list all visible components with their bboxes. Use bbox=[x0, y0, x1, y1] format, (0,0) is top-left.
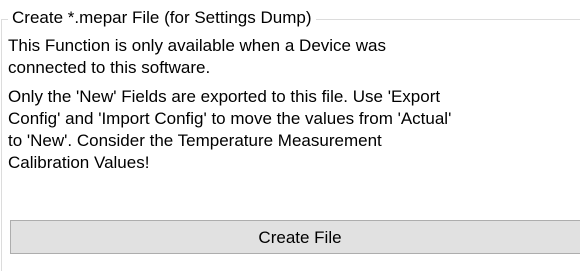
groupbox-title: Create *.mepar File (for Settings Dump) bbox=[8, 7, 316, 29]
export-note-line: to 'New'. Consider the Temperature Measu… bbox=[8, 131, 382, 150]
create-file-button[interactable]: Create File bbox=[10, 220, 580, 254]
availability-info-line: This Function is only available when a D… bbox=[8, 36, 386, 55]
export-note-line: Config' and 'Import Config' to move the … bbox=[8, 109, 452, 128]
export-note-text: Only the 'New' Fields are exported to th… bbox=[8, 86, 568, 174]
export-note-line: Only the 'New' Fields are exported to th… bbox=[8, 87, 441, 106]
availability-info-text: This Function is only available when a D… bbox=[8, 35, 568, 79]
export-note-line: Calibration Values! bbox=[8, 153, 150, 172]
groupbox-content: This Function is only available when a D… bbox=[8, 35, 568, 174]
availability-info-line: connected to this software. bbox=[8, 58, 211, 77]
